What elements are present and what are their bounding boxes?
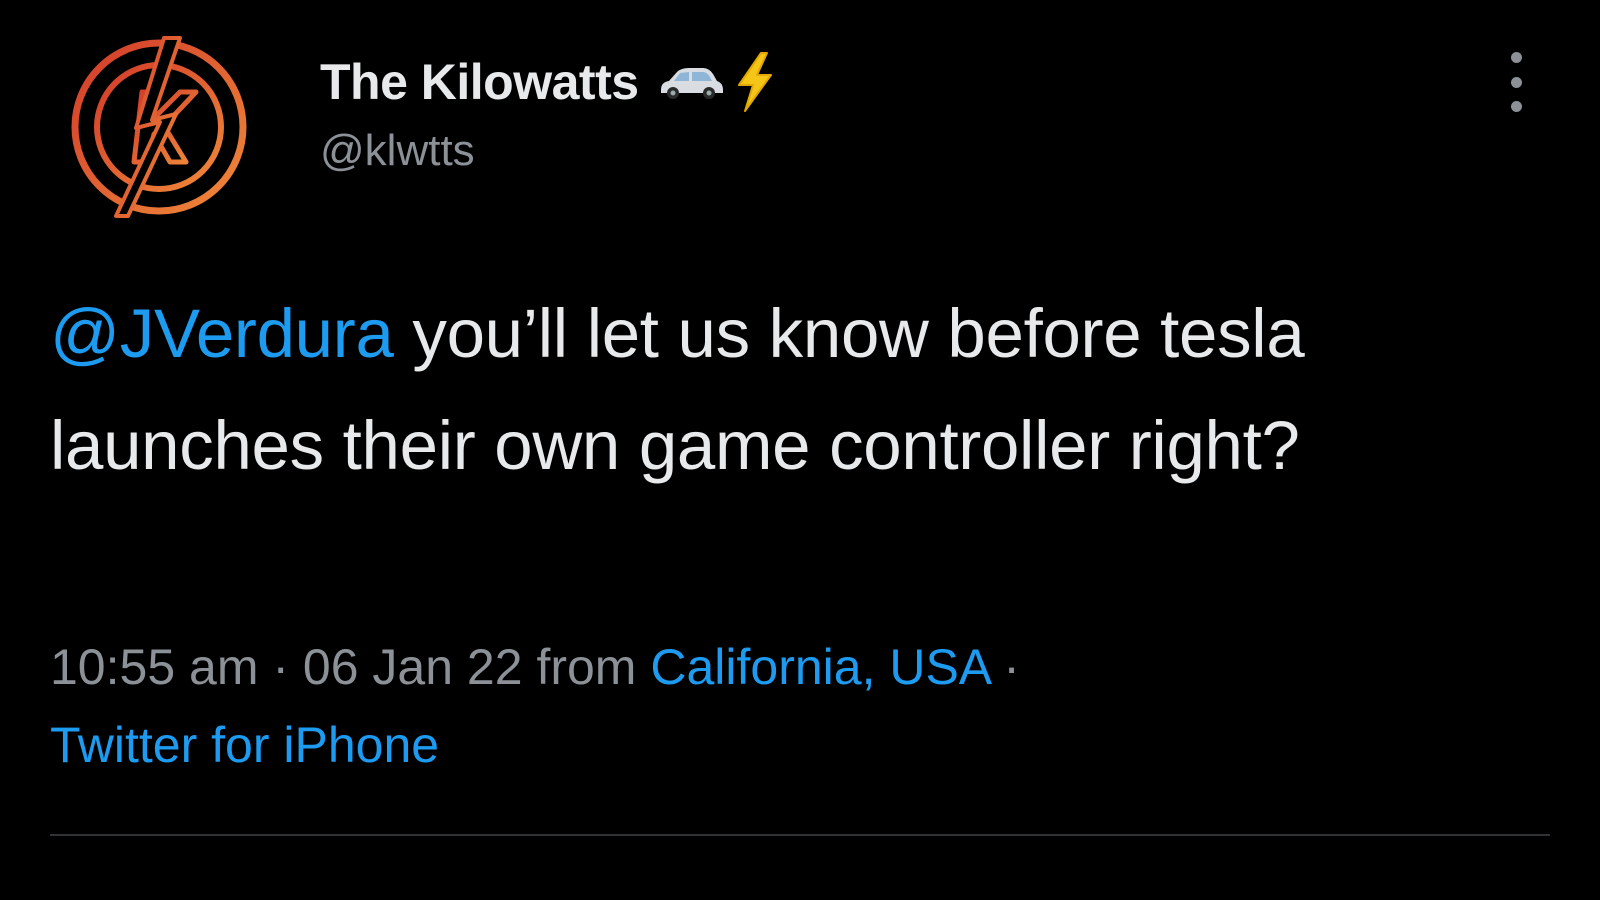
- name-row: The Kilowatts: [320, 52, 775, 112]
- display-name[interactable]: The Kilowatts: [320, 53, 639, 111]
- source-link[interactable]: Twitter for iPhone: [50, 717, 439, 773]
- user-handle[interactable]: @klwtts: [320, 126, 775, 176]
- tweet-text: @JVerdura you’ll let us know before tesl…: [50, 278, 1530, 502]
- avatar[interactable]: [64, 30, 254, 220]
- tweet-date[interactable]: 06 Jan 22: [303, 639, 523, 695]
- tweet-time[interactable]: 10:55 am: [50, 639, 258, 695]
- more-vertical-icon-dot: [1510, 101, 1522, 112]
- mention-link[interactable]: @JVerdura: [50, 295, 394, 372]
- from-label: from: [522, 639, 651, 695]
- kilowatts-logo: [71, 36, 247, 218]
- more-vertical-icon-dot: [1510, 76, 1522, 88]
- meta-separator: ·: [258, 639, 303, 695]
- divider: [50, 834, 1550, 836]
- lightning-bolt-icon: [737, 52, 772, 112]
- location-link[interactable]: California, USA: [650, 639, 989, 695]
- car-icon: [660, 68, 723, 99]
- tweet-card: The Kilowatts @klwtts @JVerdura you’ll l…: [0, 0, 1600, 900]
- tweet-header: The Kilowatts @klwtts: [320, 52, 775, 176]
- more-options-button[interactable]: [1500, 52, 1532, 112]
- more-vertical-icon: [1510, 52, 1522, 63]
- tweet-meta: 10:55 am · 06 Jan 22 from California, US…: [50, 628, 1530, 784]
- meta-separator-2: ·: [989, 639, 1020, 695]
